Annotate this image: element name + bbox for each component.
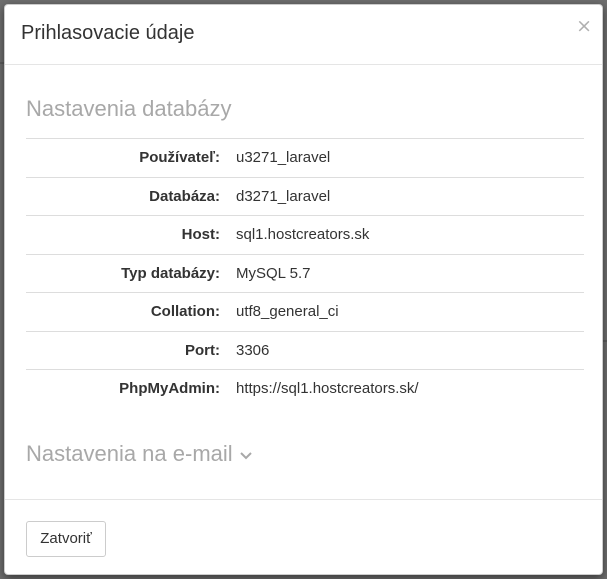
database-settings-heading: Nastavenia databázy [26,96,232,121]
chevron-down-icon [239,441,253,467]
row-value: d3271_laravel [236,187,331,205]
table-row: Host: sql1.hostcreators.sk [26,215,584,254]
row-value: https://sql1.hostcreators.sk/ [236,380,419,398]
close-icon[interactable]: × [576,17,592,36]
row-label: Používateľ: [139,149,220,167]
close-button[interactable]: Zatvoriť [26,521,106,557]
row-label: Port: [185,341,220,359]
row-label: PhpMyAdmin: [119,380,220,398]
row-label: Host: [181,226,220,244]
table-row: Používateľ: u3271_laravel [26,138,584,177]
row-label: Collation: [150,303,220,321]
database-info-table: Používateľ: u3271_laravel Databáza: d327… [26,138,584,408]
table-row: PhpMyAdmin: https://sql1.hostcreators.sk… [26,369,584,408]
table-row: Collation: utf8_general_ci [26,292,584,331]
email-settings-heading: Nastavenia na e-mail [26,440,233,466]
table-row: Typ databázy: MySQL 5.7 [26,253,584,293]
row-value: sql1.hostcreators.sk [236,226,370,244]
row-value: utf8_general_ci [236,303,339,321]
modal-title: Prihlasovacie údaje [21,22,195,44]
row-value: u3271_laravel [236,149,331,167]
credentials-modal: Prihlasovacie údaje × Nastavenia databáz… [4,4,603,575]
table-row: Databáza: d3271_laravel [26,176,584,216]
modal-header: Prihlasovacie údaje × [5,5,602,65]
table-row: Port: 3306 [26,330,584,370]
row-value: 3306 [236,341,270,359]
row-label: Typ databázy: [121,264,220,282]
modal-footer: Zatvoriť [5,499,602,576]
row-label: Databáza: [149,187,220,205]
row-value: MySQL 5.7 [236,264,311,282]
email-settings-toggle[interactable]: Nastavenia na e-mail [26,440,253,467]
